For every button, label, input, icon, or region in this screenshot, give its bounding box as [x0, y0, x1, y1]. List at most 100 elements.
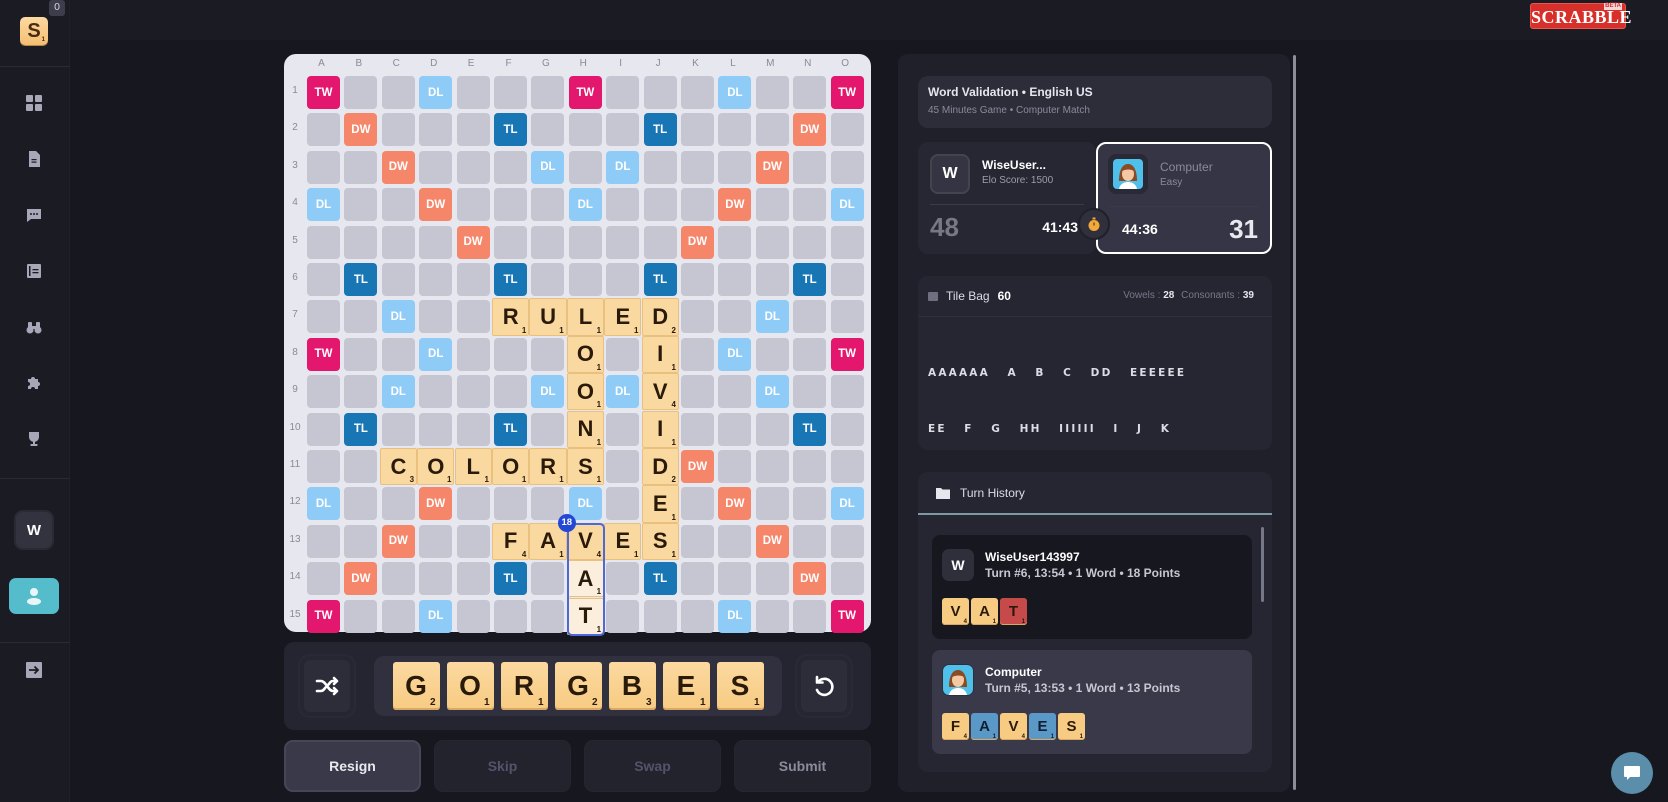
sidebar-item-explore[interactable]: [20, 313, 48, 341]
recall-button[interactable]: [797, 656, 851, 716]
board-square[interactable]: [793, 375, 827, 409]
premium-square-tw[interactable]: TW: [830, 599, 864, 633]
premium-square-dw[interactable]: DW: [718, 188, 752, 222]
board-square[interactable]: [755, 188, 789, 222]
board-square[interactable]: [344, 337, 378, 371]
board-tile[interactable]: T1: [566, 597, 605, 635]
board-square[interactable]: [494, 225, 527, 259]
premium-square-dl[interactable]: DL: [755, 375, 789, 409]
board-square[interactable]: [681, 300, 714, 334]
user-avatar[interactable]: W: [14, 510, 54, 550]
board-square[interactable]: [830, 524, 864, 558]
board-square[interactable]: [494, 150, 527, 184]
board-square[interactable]: [531, 599, 565, 633]
premium-square-dw[interactable]: DW: [755, 150, 789, 184]
rack-tile[interactable]: R1: [500, 662, 548, 710]
board-square[interactable]: [681, 188, 714, 222]
rack-tile[interactable]: E1: [662, 662, 710, 710]
board-tile[interactable]: O1: [566, 335, 605, 374]
board-square[interactable]: [419, 263, 453, 296]
premium-square-dl[interactable]: DL: [718, 599, 752, 633]
board-square[interactable]: [643, 76, 677, 109]
board-square[interactable]: [830, 450, 864, 483]
premium-square-dl[interactable]: DL: [531, 150, 565, 184]
premium-square-tw[interactable]: TW: [307, 599, 340, 633]
board-square[interactable]: [606, 337, 640, 371]
board-square[interactable]: [494, 337, 527, 371]
premium-square-dl[interactable]: DL: [381, 300, 415, 334]
board-square[interactable]: [606, 412, 640, 446]
premium-square-dl[interactable]: DL: [419, 337, 453, 371]
board-square[interactable]: [718, 450, 752, 483]
board-square[interactable]: [643, 599, 677, 633]
premium-square-tl[interactable]: TL: [494, 263, 527, 296]
premium-square-dw[interactable]: DW: [755, 524, 789, 558]
notification-badge[interactable]: 0: [49, 0, 65, 16]
board-square[interactable]: [307, 562, 340, 596]
turn-history-item[interactable]: W WiseUser143997 Turn #6, 13:54 • 1 Word…: [932, 535, 1252, 639]
board-square[interactable]: [830, 562, 864, 596]
premium-square-dl[interactable]: DL: [381, 375, 415, 409]
board-square[interactable]: [456, 562, 490, 596]
board-square[interactable]: [531, 188, 565, 222]
board-square[interactable]: [531, 487, 565, 521]
premium-square-dl[interactable]: DL: [307, 188, 340, 222]
board-square[interactable]: [681, 599, 714, 633]
board-square[interactable]: [606, 76, 640, 109]
premium-square-dw[interactable]: DW: [793, 113, 827, 147]
board-square[interactable]: [344, 487, 378, 521]
board-square[interactable]: [381, 562, 415, 596]
sidebar-item-documents[interactable]: [20, 145, 48, 173]
board-square[interactable]: [681, 263, 714, 296]
premium-square-dw[interactable]: DW: [793, 562, 827, 596]
board-square[interactable]: [681, 487, 714, 521]
board-square[interactable]: [793, 300, 827, 334]
premium-square-dl[interactable]: DL: [307, 487, 340, 521]
board-square[interactable]: [793, 524, 827, 558]
board-square[interactable]: [419, 113, 453, 147]
board-square[interactable]: [568, 263, 602, 296]
side-panel-scrollbar[interactable]: [1293, 55, 1296, 790]
premium-square-dw[interactable]: DW: [456, 225, 490, 259]
board-square[interactable]: [456, 150, 490, 184]
board-square[interactable]: [456, 113, 490, 147]
board-tile[interactable]: L1: [566, 298, 605, 336]
premium-square-tw[interactable]: TW: [830, 76, 864, 109]
board-square[interactable]: [531, 562, 565, 596]
board-square[interactable]: [681, 524, 714, 558]
board-square[interactable]: [568, 113, 602, 147]
premium-square-dl[interactable]: DL: [568, 188, 602, 222]
board-square[interactable]: [793, 76, 827, 109]
premium-square-dl[interactable]: DL: [718, 337, 752, 371]
board-square[interactable]: [531, 113, 565, 147]
board-square[interactable]: [793, 450, 827, 483]
premium-square-tw[interactable]: TW: [307, 76, 340, 109]
board-square[interactable]: [755, 562, 789, 596]
app-logo[interactable]: S 1: [20, 17, 48, 45]
logout-button[interactable]: [20, 656, 48, 684]
board-square[interactable]: [755, 76, 789, 109]
board-square[interactable]: [307, 225, 340, 259]
premium-square-tl[interactable]: TL: [643, 562, 677, 596]
board-square[interactable]: [755, 263, 789, 296]
board-square[interactable]: [381, 113, 415, 147]
board-square[interactable]: [606, 450, 640, 483]
board-tile[interactable]: N1: [566, 410, 605, 448]
board-square[interactable]: [419, 225, 453, 259]
board-square[interactable]: [830, 375, 864, 409]
premium-square-dl[interactable]: DL: [830, 188, 864, 222]
premium-square-tl[interactable]: TL: [344, 263, 378, 296]
board-square[interactable]: [681, 76, 714, 109]
board-square[interactable]: [718, 150, 752, 184]
board-square[interactable]: [793, 599, 827, 633]
board-square[interactable]: [307, 263, 340, 296]
board-square[interactable]: [681, 150, 714, 184]
board-square[interactable]: [456, 599, 490, 633]
board-square[interactable]: [718, 225, 752, 259]
board-square[interactable]: [307, 113, 340, 147]
board-square[interactable]: [718, 562, 752, 596]
swap-button[interactable]: Swap: [584, 740, 721, 792]
premium-square-dl[interactable]: DL: [830, 487, 864, 521]
board-tile[interactable]: E1: [604, 298, 642, 336]
board-square[interactable]: [755, 337, 789, 371]
